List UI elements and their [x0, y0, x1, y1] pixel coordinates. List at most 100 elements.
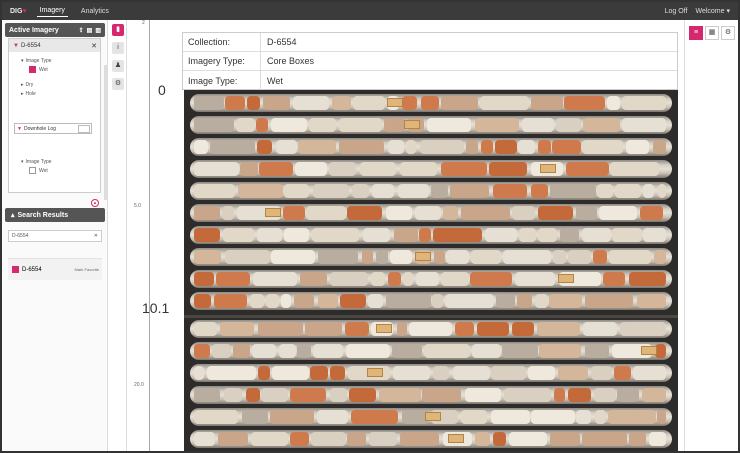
core-fragment [215, 272, 251, 286]
core-fragment [340, 294, 367, 308]
core-fragment [222, 228, 254, 242]
core-fragment [194, 366, 205, 380]
depth-tag [404, 120, 421, 129]
core-fragment [265, 294, 280, 308]
app-logo[interactable]: DIG♥ [10, 8, 27, 15]
core-fragment [508, 432, 548, 446]
caret-right-icon: ▸ [21, 81, 24, 88]
core-fragment [351, 410, 399, 424]
core-fragment [511, 322, 534, 336]
user-icon[interactable]: ♟ [112, 60, 124, 72]
core-fragment [649, 432, 666, 446]
list-view-icon[interactable]: ≡ [689, 26, 703, 40]
core-fragment [386, 206, 412, 220]
core-fragment [493, 432, 506, 446]
core-fragment [416, 272, 439, 286]
core-fragment [444, 294, 495, 308]
depth-tick-5: 5.0 [134, 203, 141, 209]
tree-item-dry[interactable]: ▸ Dry [21, 80, 100, 89]
core-fragment [269, 410, 314, 424]
subtree-item-wet[interactable]: Wet [21, 166, 52, 175]
tree-item-wet[interactable]: Wet [21, 65, 100, 74]
core-fragment [552, 140, 582, 154]
scrollbar[interactable] [104, 65, 107, 200]
favorite-link[interactable]: Mark Favorite [75, 267, 99, 272]
core-fragment [316, 410, 349, 424]
core-fragment [480, 140, 494, 154]
core-fragment [194, 344, 210, 358]
tool-column: ▮ i ♟ ⚙ [109, 20, 127, 451]
save-icon[interactable]: ▤ [87, 27, 93, 34]
info-row: Collection: D-6554 [183, 33, 677, 52]
user-menu[interactable]: Welcome ▾ [695, 7, 730, 15]
core-fragment [252, 344, 276, 358]
core-fragment [617, 388, 640, 402]
core-fragment [257, 322, 304, 336]
core-box-image[interactable] [184, 90, 678, 451]
core-fragment [537, 140, 552, 154]
downhole-select[interactable]: ▼ Downhole Log [14, 123, 92, 134]
axis-line [149, 20, 150, 451]
tree-item-hole[interactable]: ▸ Hole [21, 89, 100, 98]
core-fragment [294, 294, 315, 308]
core-slot [190, 204, 672, 222]
checkbox-checked[interactable] [12, 266, 19, 273]
core-fragment [256, 228, 283, 242]
core-fragment [194, 432, 216, 446]
core-fragment [414, 206, 442, 220]
core-fragment [455, 322, 474, 336]
logout-link[interactable]: Log Off [665, 8, 688, 15]
core-fragment [218, 432, 249, 446]
core-fragment [387, 140, 405, 154]
core-fragment [470, 272, 512, 286]
core-fragment [237, 184, 283, 198]
core-fragment [441, 96, 479, 110]
upload-icon[interactable]: ⇪ [79, 27, 84, 34]
tree-item-image-type[interactable]: ▾ Image Type [21, 56, 100, 65]
core-fragment [628, 432, 647, 446]
grid-view-icon[interactable]: ▦ [705, 26, 719, 40]
core-fragment [378, 388, 421, 402]
search-result-item[interactable]: D-6554 Mark Favorite [8, 258, 102, 280]
checkbox-unchecked[interactable] [29, 167, 36, 174]
close-icon[interactable]: ✕ [91, 42, 97, 50]
core-fragment [622, 96, 666, 110]
core-fragment [531, 410, 575, 424]
caret-down-icon: ▼ [13, 42, 19, 49]
collection-row[interactable]: ▼ D-6554 ✕ [9, 39, 100, 52]
core-fragment [295, 162, 327, 176]
document-icon[interactable]: ▮ [112, 24, 124, 36]
search-input[interactable]: D-6554 ✕ [8, 230, 102, 242]
info-icon[interactable]: i [112, 42, 124, 54]
select-toggle[interactable] [78, 124, 90, 133]
core-fragment [281, 294, 292, 308]
core-fragment [284, 184, 309, 198]
core-fragment [576, 206, 598, 220]
core-fragment [449, 184, 490, 198]
core-fragment [430, 184, 449, 198]
core-fragment [402, 272, 413, 286]
core-fragment [347, 206, 383, 220]
core-fragment [224, 96, 245, 110]
search-results-header: ▴ Search Results [5, 208, 105, 222]
core-fragment [522, 118, 555, 132]
core-slot [190, 116, 672, 134]
core-fragment [443, 206, 459, 220]
core-fragment [636, 294, 666, 308]
core-fragment [433, 228, 483, 242]
tab-imagery[interactable]: Imagery [36, 5, 68, 17]
delete-icon[interactable]: ▥ [95, 27, 101, 34]
checkbox-checked[interactable] [29, 66, 36, 73]
settings-icon[interactable]: ⚙ [112, 78, 124, 90]
tab-analytics[interactable]: Analytics [78, 6, 112, 17]
core-fragment [408, 322, 452, 336]
core-fragment [441, 272, 470, 286]
core-fragment [466, 140, 479, 154]
clear-icon[interactable]: ✕ [94, 233, 98, 239]
subtree-item-image-type[interactable]: ▾ Image Type [21, 157, 52, 166]
core-fragment [194, 322, 217, 336]
core-fragment [657, 184, 666, 198]
settings-icon[interactable]: ⚙ [721, 26, 735, 40]
collapse-icon[interactable]: ▴ [91, 199, 99, 207]
core-fragment [422, 388, 462, 402]
